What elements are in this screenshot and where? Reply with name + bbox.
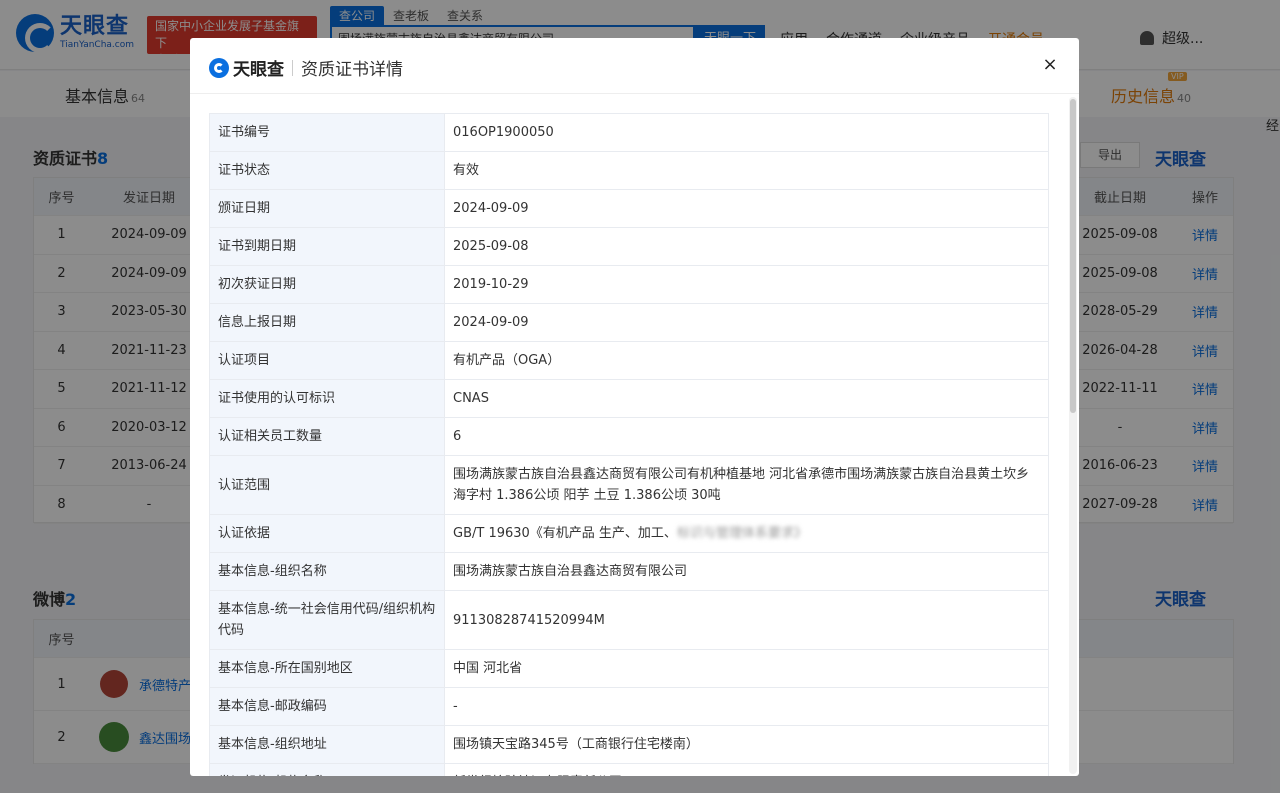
- detail-row: 初次获证日期 2019-10-29: [209, 265, 1049, 304]
- field-label: 基本信息-统一社会信用代码/组织机构代码: [209, 590, 445, 650]
- field-label: 认证项目: [209, 341, 445, 380]
- detail-row: 认证范围 围场满族蒙古族自治县鑫达商贸有限公司有机种植基地 河北省承德市围场满族蒙…: [209, 455, 1049, 515]
- field-value-text: CNAS: [453, 391, 489, 406]
- field-value-text: -: [453, 699, 458, 714]
- field-value: 2024-09-09: [444, 189, 1049, 228]
- field-value-text: 有效: [453, 163, 480, 178]
- field-label: 证书到期日期: [209, 227, 445, 266]
- field-value-text: 6: [453, 429, 462, 444]
- field-value-text: 2019-10-29: [453, 277, 529, 292]
- field-value: 2025-09-08: [444, 227, 1049, 266]
- detail-row: 基本信息-所在国别地区 中国 河北省: [209, 649, 1049, 688]
- field-label: 证书状态: [209, 151, 445, 190]
- field-value: 围场满族蒙古族自治县鑫达商贸有限公司有机种植基地 河北省承德市围场满族蒙古族自治…: [444, 455, 1049, 515]
- logo-icon: [209, 57, 229, 78]
- field-label: 基本信息-所在国别地区: [209, 649, 445, 688]
- detail-row: 证书到期日期 2025-09-08: [209, 227, 1049, 266]
- detail-row: 发证机构-机构名称新世纪检验认证有限责任公司: [209, 763, 1049, 776]
- field-value-text: 91130828741520994M: [453, 612, 605, 628]
- field-value: -: [444, 687, 1049, 726]
- dialog-brand: 天眼查: [233, 60, 284, 80]
- field-value: 围场镇天宝路345号（工商银行住宅楼南）: [444, 725, 1049, 764]
- field-label: 信息上报日期: [209, 303, 445, 342]
- detail-row: 基本信息-统一社会信用代码/组织机构代码 91130828741520994M: [209, 590, 1049, 650]
- detail-row: 基本信息-邮政编码 -: [209, 687, 1049, 726]
- field-value-text: 围场镇天宝路345号（工商银行住宅楼南）: [453, 737, 699, 752]
- field-value: CNAS: [444, 379, 1049, 418]
- field-value: 2024-09-09: [444, 303, 1049, 342]
- detail-row: 信息上报日期 2024-09-09: [209, 303, 1049, 342]
- field-value-text: 新世纪检验认证有限责任公司: [453, 775, 622, 776]
- field-label: 认证依据: [209, 514, 445, 553]
- field-label: 基本信息-邮政编码: [209, 687, 445, 726]
- field-label: 初次获证日期: [209, 265, 445, 304]
- field-label: 发证机构-机构名称: [209, 763, 445, 776]
- field-value-text: 016OP1900050: [453, 125, 554, 140]
- field-label: 基本信息-组织地址: [209, 725, 445, 764]
- detail-row: 认证相关员工数量 6: [209, 417, 1049, 456]
- field-value: 91130828741520994M: [444, 590, 1049, 650]
- field-value: GB/T 19630《有机产品 生产、加工、标识与管理体系要求》: [444, 514, 1049, 553]
- field-value: 中国 河北省: [444, 649, 1049, 688]
- detail-row: 证书使用的认可标识 CNAS: [209, 379, 1049, 418]
- field-label: 认证相关员工数量: [209, 417, 445, 456]
- dialog-body[interactable]: 证书编号 016OP1900050 证书状态 有效 颁证日期 2024-09-09 证书到期…: [190, 95, 1079, 776]
- field-value: 有机产品（OGA）: [444, 341, 1049, 380]
- detail-row: 基本信息-组织名称 围场满族蒙古族自治县鑫达商贸有限公司: [209, 552, 1049, 591]
- field-value-text: 中国 河北省: [453, 661, 523, 676]
- dialog-title: 资质证书详情: [301, 60, 403, 80]
- detail-row: 颁证日期 2024-09-09: [209, 189, 1049, 228]
- field-value-text: 围场满族蒙古族自治县鑫达商贸有限公司: [453, 564, 688, 579]
- field-label: 证书使用的认可标识: [209, 379, 445, 418]
- field-value-text: 2024-09-09: [453, 315, 529, 330]
- blurred-text: 标识与管理体系要求》: [676, 526, 807, 541]
- scrollbar-thumb[interactable]: [1070, 99, 1076, 413]
- field-value: 有效: [444, 151, 1049, 190]
- close-button[interactable]: ×: [1039, 54, 1061, 76]
- field-label: 颁证日期: [209, 189, 445, 228]
- scrollbar[interactable]: [1069, 97, 1077, 774]
- divider: [292, 59, 293, 76]
- detail-row: 认证项目 有机产品（OGA）: [209, 341, 1049, 380]
- field-label: 认证范围: [209, 455, 445, 515]
- field-value: 围场满族蒙古族自治县鑫达商贸有限公司: [444, 552, 1049, 591]
- field-value: 新世纪检验认证有限责任公司: [444, 763, 1049, 776]
- field-value: 6: [444, 417, 1049, 456]
- detail-row: 基本信息-组织地址 围场镇天宝路345号（工商银行住宅楼南）: [209, 725, 1049, 764]
- field-label: 证书编号: [209, 113, 445, 152]
- field-value-text: 有机产品（OGA）: [453, 353, 561, 368]
- certificate-detail-table: 证书编号 016OP1900050 证书状态 有效 颁证日期 2024-09-09 证书到期…: [209, 113, 1049, 776]
- field-value: 2019-10-29: [444, 265, 1049, 304]
- detail-row: 认证依据 GB/T 19630《有机产品 生产、加工、标识与管理体系要求》: [209, 514, 1049, 553]
- detail-row: 证书状态 有效: [209, 151, 1049, 190]
- certificate-detail-dialog: 天眼查 资质证书详情 × 证书编号 016OP1900050 证书状态 有效 颁证日期 2…: [190, 38, 1079, 776]
- field-value-text: GB/T 19630《有机产品 生产、加工、: [453, 526, 677, 541]
- field-value: 016OP1900050: [444, 113, 1049, 152]
- dialog-header: 天眼查 资质证书详情 ×: [190, 38, 1079, 94]
- field-value-text: 围场满族蒙古族自治县鑫达商贸有限公司有机种植基地 河北省承德市围场满族蒙古族自治…: [453, 467, 1030, 503]
- field-value-text: 2025-09-08: [453, 239, 529, 254]
- field-value-text: 2024-09-09: [453, 201, 529, 216]
- field-label: 基本信息-组织名称: [209, 552, 445, 591]
- detail-row: 证书编号 016OP1900050: [209, 113, 1049, 152]
